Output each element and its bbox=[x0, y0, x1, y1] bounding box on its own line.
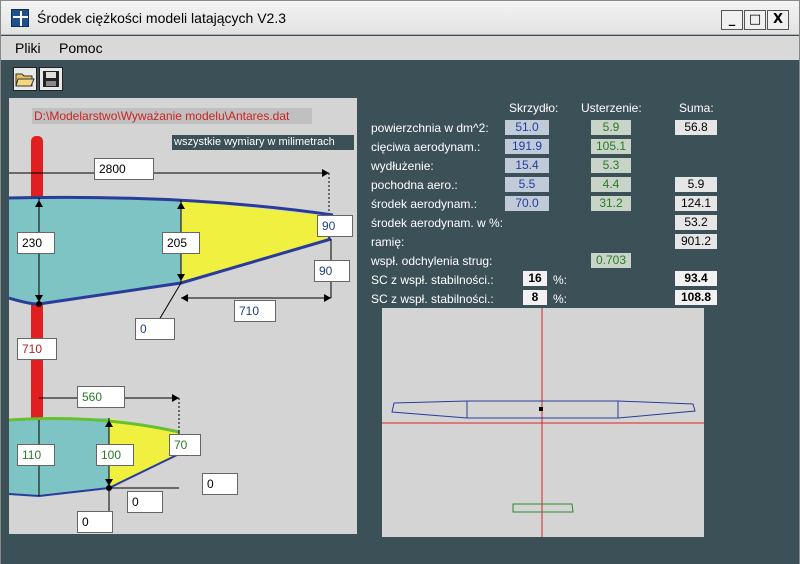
stab-mid-chord-field[interactable]: 100 bbox=[96, 444, 134, 466]
sc2-label: SC z wspł. stabilności.: bbox=[371, 292, 494, 306]
planform-preview bbox=[382, 308, 704, 537]
menu-pliki[interactable]: Pliki bbox=[15, 40, 41, 56]
open-button[interactable] bbox=[13, 67, 37, 91]
col-head-sum: Suma: bbox=[679, 101, 714, 115]
col-head-wing: Skrzydło: bbox=[509, 101, 559, 115]
save-disk-icon bbox=[43, 71, 59, 87]
model-drawing bbox=[9, 136, 334, 518]
wing-span-field[interactable]: 2800 bbox=[94, 158, 154, 180]
sc2-result: 108.8 bbox=[675, 290, 717, 305]
stab-span-field[interactable]: 560 bbox=[77, 386, 125, 408]
preview-wing bbox=[391, 400, 696, 419]
row-label-slope: pochodna aero.: bbox=[371, 178, 458, 192]
close-button[interactable]: X bbox=[767, 10, 789, 30]
app-window: Środek ciężkości modeli latających V2.3 … bbox=[0, 0, 800, 564]
stab-slope-value: 4.4 bbox=[591, 177, 631, 192]
row-label-area: powierzchnia w dm^2: bbox=[371, 121, 489, 135]
sc1-input[interactable]: 16 bbox=[523, 271, 547, 286]
wing-break-offset-field[interactable]: 0 bbox=[135, 318, 175, 340]
minimize-button[interactable]: _ bbox=[721, 10, 743, 30]
wing-tip-chord-field[interactable]: 90 bbox=[317, 215, 353, 237]
wing-ac-value: 70.0 bbox=[505, 196, 549, 211]
save-button[interactable] bbox=[39, 67, 63, 91]
menu-bar: Pliki Pomoc bbox=[1, 36, 799, 60]
wing-aspect-value: 15.4 bbox=[505, 158, 549, 173]
wing-slope-value: 5.5 bbox=[505, 177, 549, 192]
stab-tip-chord-field[interactable]: 70 bbox=[169, 434, 201, 456]
wing-tip-sweep-field[interactable]: 90 bbox=[314, 260, 350, 282]
status-strip bbox=[1, 556, 799, 564]
wing-outer-span-field[interactable]: 710 bbox=[234, 300, 276, 322]
window-title: Środek ciężkości modeli latających V2.3 bbox=[37, 10, 287, 26]
stab-tip-offset-field[interactable]: 0 bbox=[202, 473, 238, 495]
wing-area-value: 51.0 bbox=[505, 120, 549, 135]
maximize-button[interactable]: □ bbox=[744, 10, 766, 30]
stab-mac-value: 105.1 bbox=[591, 139, 631, 154]
sum-slope-value: 5.9 bbox=[675, 177, 717, 192]
row-label-ac-percent: środek aerodynam. w %: bbox=[371, 216, 504, 230]
fuselage-distance-field[interactable]: 710 bbox=[17, 338, 57, 360]
sc2-input[interactable]: 8 bbox=[523, 290, 547, 305]
title-bar: Środek ciężkości modeli latających V2.3 … bbox=[1, 1, 799, 35]
wing-root-chord-field[interactable]: 230 bbox=[17, 232, 55, 254]
stab-area-value: 5.9 bbox=[591, 120, 631, 135]
stab-aspect-value: 5.3 bbox=[591, 158, 631, 173]
sc1-label: SC z wspł. stabilności.: bbox=[371, 273, 494, 287]
stab-downwash-value: 0.703 bbox=[591, 253, 631, 268]
row-label-ac: środek aerodynam.: bbox=[371, 197, 478, 211]
preview-cg-marker bbox=[539, 407, 543, 411]
toolbar bbox=[1, 61, 799, 95]
row-label-downwash: wspł. odchylenia strug: bbox=[371, 254, 493, 268]
sum-ac-percent-value: 53.2 bbox=[675, 215, 717, 230]
file-path: D:\Modelarstwo\Wyważanie modelu\Antares.… bbox=[32, 108, 312, 124]
menu-pomoc[interactable]: Pomoc bbox=[59, 40, 103, 56]
planform-preview-drawing bbox=[382, 308, 704, 537]
sum-ac-value: 124.1 bbox=[675, 196, 717, 211]
drawing-panel: D:\Modelarstwo\Wyważanie modelu\Antares.… bbox=[9, 98, 357, 534]
sum-arm-value: 901.2 bbox=[675, 234, 717, 249]
row-label-aspect: wydłużenie: bbox=[371, 159, 434, 173]
sc1-result: 93.4 bbox=[675, 271, 717, 286]
stab-ac-value: 31.2 bbox=[591, 196, 631, 211]
app-icon bbox=[11, 9, 29, 27]
sc2-unit: %: bbox=[553, 292, 568, 306]
preview-stabilizer bbox=[512, 503, 574, 513]
row-label-mac: cięciwa aerodynam.: bbox=[371, 140, 481, 154]
stab-root-chord-field[interactable]: 110 bbox=[17, 444, 55, 466]
sc1-unit: %: bbox=[553, 273, 568, 287]
stab-root-offset-field[interactable]: 0 bbox=[77, 511, 113, 533]
open-folder-icon bbox=[15, 73, 35, 87]
col-head-stab: Usterzenie: bbox=[581, 101, 642, 115]
row-label-arm: ramię: bbox=[371, 235, 405, 249]
wing-mac-value: 191.9 bbox=[505, 139, 549, 154]
stab-mid-offset-field[interactable]: 0 bbox=[127, 491, 163, 513]
sum-area-value: 56.8 bbox=[675, 120, 717, 135]
units-note: wszystkie wymiary w milimetrach bbox=[172, 135, 354, 150]
wing-mid-chord-field[interactable]: 205 bbox=[162, 232, 200, 254]
